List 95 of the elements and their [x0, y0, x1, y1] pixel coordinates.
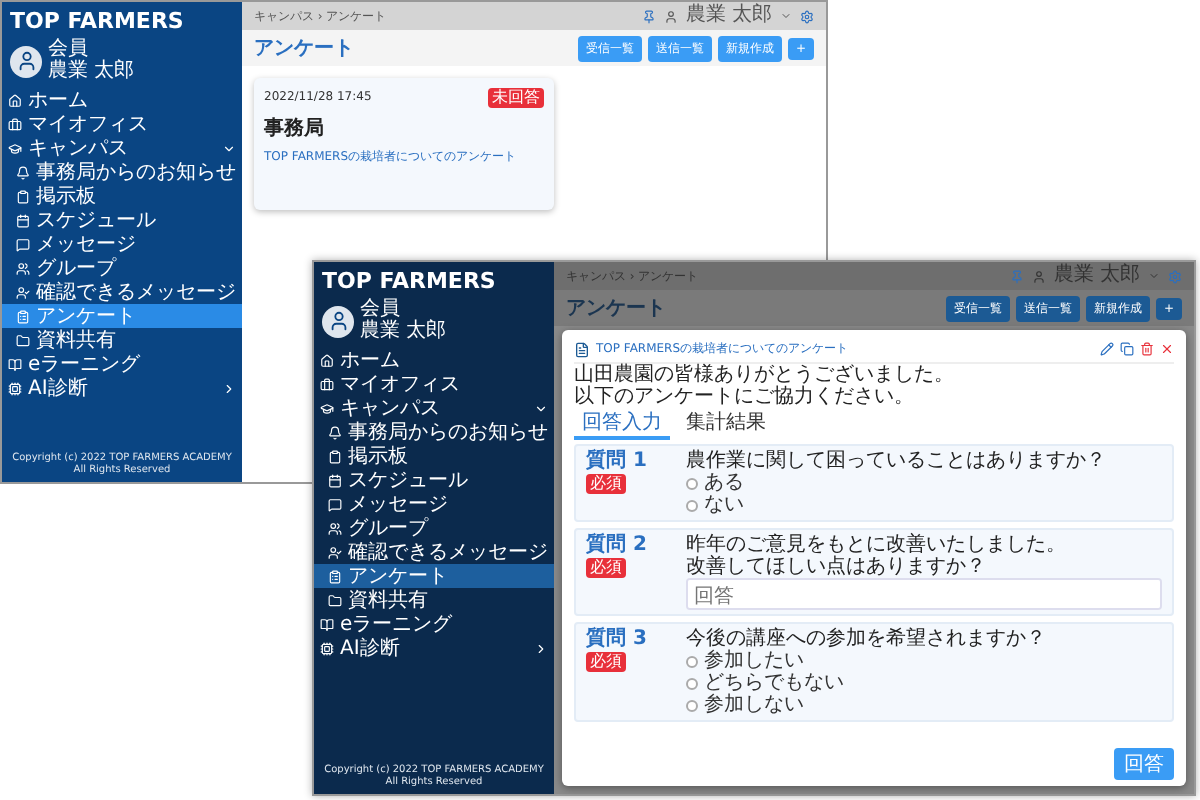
user-name: 農業 太郎 — [360, 321, 447, 342]
sidebar-item[interactable]: マイオフィス — [314, 372, 554, 396]
user-role: 会員 — [48, 40, 90, 60]
sidebar-item[interactable]: マイオフィス — [2, 112, 242, 136]
checklist-icon — [328, 569, 342, 583]
calendar-icon — [328, 473, 342, 487]
briefcase-icon — [8, 117, 22, 131]
sidebar-item[interactable]: AI診断 — [2, 376, 242, 400]
sidebar-item[interactable]: ホーム — [314, 348, 554, 372]
sidebar-item[interactable]: AI診断 — [314, 636, 554, 660]
sidebar-item[interactable]: 掲示板 — [314, 444, 554, 468]
sidebar-item[interactable]: 事務局からのお知らせ — [2, 160, 242, 184]
folder-icon — [328, 593, 342, 607]
clipboard-icon — [16, 189, 30, 203]
home-icon — [8, 93, 22, 107]
question-label: 質問 1 — [586, 450, 649, 472]
user-name: 農業 太郎 — [48, 61, 135, 82]
trash-icon[interactable] — [1140, 342, 1154, 356]
user-check-icon — [16, 285, 30, 299]
header-user[interactable]: 農業 太郎 — [685, 5, 772, 27]
brand-logo: TOP FARMERS — [320, 268, 498, 298]
sidebar-item[interactable]: 掲示板 — [2, 184, 242, 208]
user-icon — [1031, 269, 1046, 283]
tab[interactable]: 集計結果 — [678, 412, 774, 440]
checklist-icon — [16, 309, 30, 323]
question-text: 今後の講座への参加を希望されますか？ — [686, 628, 1048, 650]
folder-icon — [16, 333, 30, 347]
sidebar-item[interactable]: eラーニング — [2, 352, 242, 376]
briefcase-icon — [320, 377, 334, 391]
required-badge: 必須 — [586, 474, 626, 494]
book-icon — [320, 617, 334, 631]
sidebar-item[interactable]: アンケート — [2, 304, 242, 328]
close-icon[interactable] — [1160, 342, 1174, 356]
card-sender: 事務局 — [264, 115, 326, 142]
question-text: 昨年のご意見をもとに改善いたしました。 — [686, 534, 1068, 556]
pin-icon[interactable] — [641, 9, 656, 23]
intro-text: 山田農園の皆様ありがとうございました。 — [574, 364, 956, 386]
sidebar-item[interactable]: グループ — [314, 516, 554, 540]
people-icon — [16, 261, 30, 275]
page-title: アンケート — [566, 296, 668, 322]
radio-option[interactable]: 参加したい — [686, 650, 1162, 672]
book-icon — [8, 357, 22, 371]
sidebar-item[interactable]: 確認できるメッセージ — [2, 280, 242, 304]
document-icon — [574, 341, 590, 357]
sidebar-item[interactable]: アンケート — [314, 564, 554, 588]
sidebar-item[interactable]: eラーニング — [314, 612, 554, 636]
radio-option[interactable]: ない — [686, 494, 1162, 516]
page-title: アンケート — [254, 36, 356, 62]
sidebar-item[interactable]: スケジュール — [314, 468, 554, 492]
avatar-icon — [10, 45, 42, 77]
question-label: 質問 2 — [586, 534, 649, 556]
people-icon — [328, 521, 342, 535]
bell-icon — [328, 425, 342, 439]
brand-logo: TOP FARMERS — [8, 8, 186, 38]
required-badge: 必須 — [586, 558, 626, 578]
settings-icon[interactable] — [800, 9, 814, 23]
clipboard-icon — [328, 449, 342, 463]
sidebar-item[interactable]: メッセージ — [314, 492, 554, 516]
required-badge: 必須 — [586, 652, 626, 672]
sidebar-item[interactable]: 資料共有 — [314, 588, 554, 612]
sidebar-item[interactable]: ホーム — [2, 88, 242, 112]
question-label: 質問 3 — [586, 628, 649, 650]
home-icon — [320, 353, 334, 367]
chip-icon — [320, 641, 334, 655]
status-badge: 未回答 — [488, 88, 544, 108]
user-check-icon — [328, 545, 342, 559]
copy-icon[interactable] — [1120, 342, 1134, 356]
user-icon — [663, 9, 678, 23]
intro-text: 以下のアンケートにご協力ください。 — [574, 386, 916, 408]
sidebar-item[interactable]: キャンパス — [314, 396, 554, 420]
user-role: 会員 — [360, 300, 402, 320]
sidebar-item[interactable]: 資料共有 — [2, 328, 242, 352]
question-text: 農作業に関して困っていることはありますか？ — [686, 450, 1108, 472]
avatar-icon — [322, 305, 354, 337]
sidebar-item[interactable]: スケジュール — [2, 208, 242, 232]
chat-icon — [328, 497, 342, 511]
sidebar-item[interactable]: キャンパス — [2, 136, 242, 160]
cap-icon — [8, 141, 22, 155]
answer-box[interactable]: 回答 — [686, 578, 1162, 610]
sidebar-item[interactable]: 事務局からのお知らせ — [314, 420, 554, 444]
radio-option[interactable]: ある — [686, 472, 1162, 494]
sidebar-item[interactable]: 確認できるメッセージ — [314, 540, 554, 564]
tab[interactable]: 回答入力 — [574, 412, 670, 440]
calendar-icon — [16, 213, 30, 227]
bell-icon — [16, 165, 30, 179]
chip-icon — [8, 381, 22, 395]
cap-icon — [320, 401, 334, 415]
radio-option[interactable]: 参加しない — [686, 694, 1162, 716]
chat-icon — [16, 237, 30, 251]
sidebar-item[interactable]: グループ — [2, 256, 242, 280]
sidebar-item[interactable]: メッセージ — [2, 232, 242, 256]
radio-option[interactable]: どちらでもない — [686, 672, 1162, 694]
pencil-icon[interactable] — [1100, 342, 1114, 356]
chevron-down-icon[interactable] — [780, 10, 792, 22]
question-text: 改善してほしい点はありますか？ — [686, 556, 988, 578]
